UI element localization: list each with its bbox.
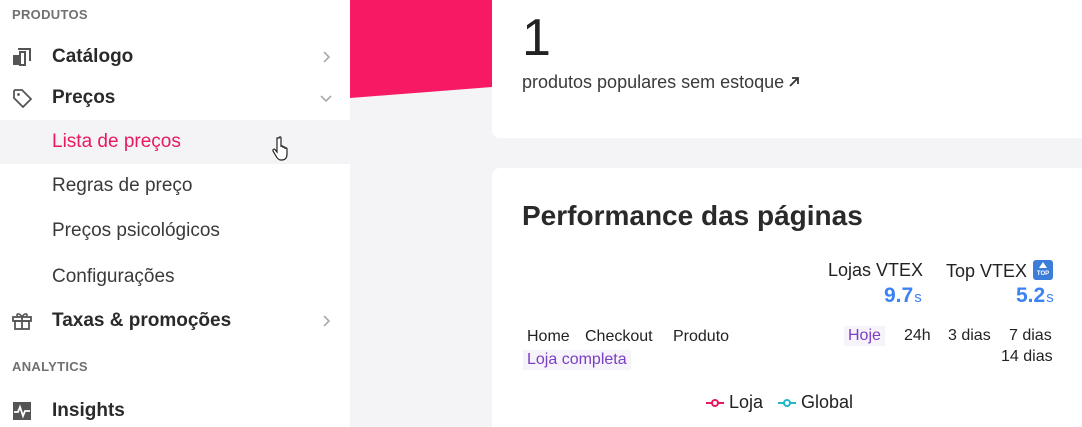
top-badge-icon: TOP xyxy=(1033,260,1054,280)
section-label-produtos: PRODUTOS xyxy=(12,7,88,22)
metric-label-top-vtex: Top VTEX TOP xyxy=(946,260,1054,282)
tab-home[interactable]: Home xyxy=(523,327,574,347)
sidebar-item-label: Catálogo xyxy=(52,46,134,67)
sidebar-subitem-label: Configurações xyxy=(52,266,175,287)
hand-pointer-icon xyxy=(272,136,288,161)
metric-value-top-vtex: 5.2s xyxy=(1016,284,1054,307)
brand-banner-shape xyxy=(350,0,492,98)
sidebar-subitem-label: Lista de preços xyxy=(52,131,181,152)
tag-icon xyxy=(11,87,33,109)
sidebar-item-precos[interactable]: Preços xyxy=(0,77,350,119)
sidebar-item-label: Taxas & promoções xyxy=(52,310,232,331)
metric-label-lojas-vtex: Lojas VTEX xyxy=(828,260,924,280)
out-of-stock-count: 1 xyxy=(522,9,551,67)
chevron-right-icon xyxy=(318,49,334,65)
sidebar: PRODUTOS Catálogo Preços Lista de preços xyxy=(0,0,350,427)
tab-14-dias[interactable]: 14 dias xyxy=(997,347,1057,367)
legend-global: Global xyxy=(778,392,853,413)
chevron-right-icon xyxy=(318,313,334,329)
tab-24h[interactable]: 24h xyxy=(900,326,935,346)
sidebar-subitem-precos-psicologicos[interactable]: Preços psicológicos xyxy=(0,209,350,253)
sidebar-subitem-label: Preços psicológicos xyxy=(52,220,220,241)
gift-icon xyxy=(11,310,33,332)
sidebar-item-label: Preços xyxy=(52,87,116,108)
chevron-down-icon xyxy=(318,90,334,106)
sidebar-item-catalogo[interactable]: Catálogo xyxy=(0,36,350,78)
out-of-stock-link-text: produtos populares sem estoque xyxy=(522,72,785,92)
tab-3-dias[interactable]: 3 dias xyxy=(944,326,995,346)
pulse-icon xyxy=(11,400,33,422)
legend-marker-icon xyxy=(778,398,796,408)
sidebar-subitem-regras-de-preco[interactable]: Regras de preço xyxy=(0,164,350,208)
out-of-stock-link[interactable]: produtos populares sem estoque xyxy=(522,72,800,93)
sidebar-subitem-lista-de-precos[interactable]: Lista de preços xyxy=(0,120,350,164)
metric-value-lojas-vtex: 9.7s xyxy=(884,284,922,307)
arrow-up-right-icon xyxy=(788,72,800,92)
tab-hoje[interactable]: Hoje xyxy=(844,326,885,346)
performance-title: Performance das páginas xyxy=(522,200,863,231)
legend-loja: Loja xyxy=(706,392,763,413)
sidebar-subitem-label: Regras de preço xyxy=(52,175,193,196)
performance-card: Performance das páginas Lojas VTEX 9.7s … xyxy=(492,168,1082,427)
tab-7-dias[interactable]: 7 dias xyxy=(1005,326,1056,346)
sidebar-item-insights[interactable]: Insights xyxy=(0,390,350,427)
tab-loja-completa[interactable]: Loja completa xyxy=(523,350,631,370)
sidebar-item-label: Insights xyxy=(52,400,125,421)
catalog-icon xyxy=(11,46,33,68)
sidebar-item-taxas-promocoes[interactable]: Taxas & promoções xyxy=(0,300,350,342)
tab-checkout[interactable]: Checkout xyxy=(581,327,657,347)
legend-marker-icon xyxy=(706,398,724,408)
stock-card: 1 produtos populares sem estoque xyxy=(492,0,1082,138)
section-label-analytics: ANALYTICS xyxy=(12,359,88,374)
sidebar-subitem-configuracoes[interactable]: Configurações xyxy=(0,255,350,299)
tab-produto[interactable]: Produto xyxy=(669,327,733,347)
